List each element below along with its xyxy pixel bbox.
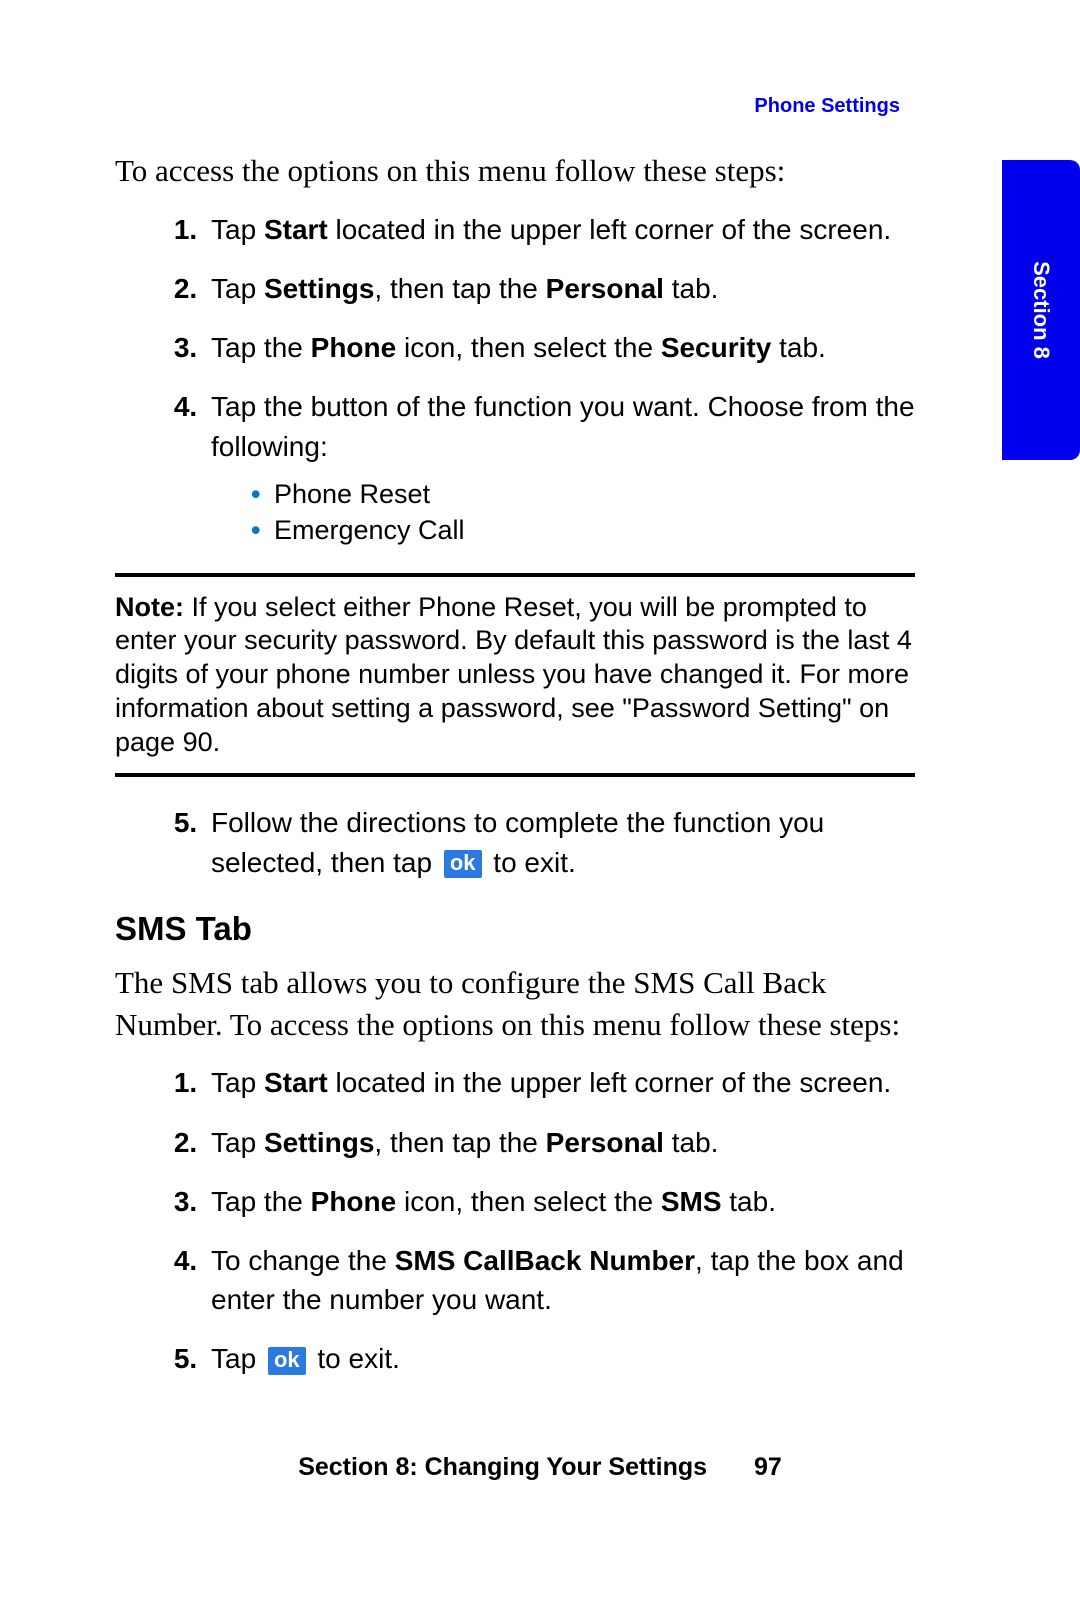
step-item: Tap ok to exit.: [205, 1339, 915, 1378]
steps-list-2: Tap Start located in the upper left corn…: [115, 1063, 915, 1378]
step-item: Tap Start located in the upper left corn…: [205, 210, 915, 249]
content-area: To access the options on this menu follo…: [115, 150, 915, 1399]
footer-section: Section 8: Changing Your Settings: [298, 1453, 707, 1481]
intro-text-1: To access the options on this menu follo…: [115, 150, 915, 192]
page-number: 97: [754, 1453, 782, 1481]
sub-item: Phone Reset: [251, 476, 915, 512]
section-tab: Section 8: [1002, 160, 1080, 460]
note-block: Note: If you select either Phone Reset, …: [115, 573, 915, 778]
ok-icon: ok: [268, 1347, 306, 1375]
step-item: Tap the Phone icon, then select the SMS …: [205, 1182, 915, 1221]
step-item: Tap Start located in the upper left corn…: [205, 1063, 915, 1102]
sub-item: Emergency Call: [251, 512, 915, 548]
section-tab-label: Section 8: [1028, 261, 1054, 359]
intro-text-2: The SMS tab allows you to configure the …: [115, 962, 915, 1046]
page-footer: Section 8: Changing Your Settings 97: [0, 1453, 1080, 1482]
note-label: Note:: [115, 592, 184, 622]
steps-list-1: Tap Start located in the upper left corn…: [115, 210, 915, 549]
sub-list: Phone Reset Emergency Call: [211, 476, 915, 549]
sms-tab-heading: SMS Tab: [115, 910, 915, 948]
step-item: To change the SMS CallBack Number, tap t…: [205, 1241, 915, 1319]
step-item: Tap the button of the function you want.…: [205, 387, 915, 548]
steps-list-1b: Follow the directions to complete the fu…: [115, 803, 915, 881]
ok-icon: ok: [444, 850, 482, 878]
page: Phone Settings Section 8 To access the o…: [0, 0, 1080, 1622]
step-item: Follow the directions to complete the fu…: [205, 803, 915, 881]
step-item: Tap the Phone icon, then select the Secu…: [205, 328, 915, 367]
header-label: Phone Settings: [754, 95, 900, 118]
step-item: Tap Settings, then tap the Personal tab.: [205, 1123, 915, 1162]
note-text: If you select either Phone Reset, you wi…: [115, 592, 912, 757]
step-item: Tap Settings, then tap the Personal tab.: [205, 269, 915, 308]
